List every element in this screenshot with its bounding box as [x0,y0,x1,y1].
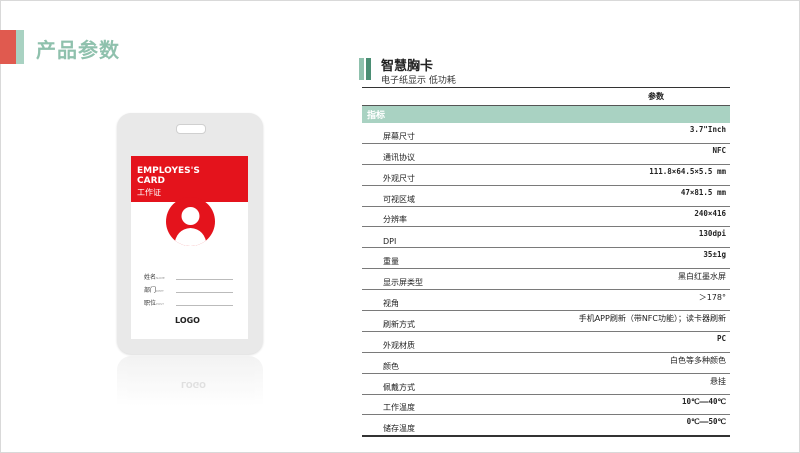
spec-value: 35±1g [703,250,726,260]
table-row: 外观尺寸 111.8×64.5×5.5 mm [362,165,730,186]
badge-header: EMPLOYES'S CARD 工作证 [131,156,248,202]
field-dept-label: 部门 [144,287,157,294]
field-name-label: 姓名 [144,274,157,281]
spec-section-header: 指标 [362,106,730,123]
title-accent-red [0,30,16,64]
spec-section-label: 指标 [367,111,386,121]
spec-name: DPI [383,237,397,247]
spec-title: 智慧胸卡 [381,59,434,74]
spec-name: 刷新方式 [383,319,415,329]
table-row: 颜色 白色等多种颜色 [362,353,730,374]
spec-value: 手机APP刷新（带NFC功能）；读卡器刷新 [578,314,726,324]
spec-name: 工作温度 [383,403,415,413]
table-row: 分辨率 240×416 [362,207,730,228]
field-post-label: 职位 [144,300,157,307]
badge-illustration: EMPLOYES'S CARD 工作证 姓名NAME 部门DEPT 职位POST… [117,113,263,354]
field-name-small: NAME [156,276,165,280]
badge-title-line2: CARD [137,176,165,186]
table-row: 可视区域 47×81.5 mm [362,186,730,207]
spec-accent-dark [366,58,371,80]
table-row: 工作温度 10℃——40℃ [362,395,730,416]
page-title: 产品参数 [36,38,120,62]
table-row: DPI 130dpi [362,227,730,249]
avatar-icon [166,197,215,246]
spec-value: 111.8×64.5×5.5 mm [649,166,726,176]
spec-name: 分辨率 [383,215,407,225]
spec-name: 外观材质 [383,340,415,350]
table-row: 显示屏类型 黑白红墨水屏 [362,269,730,291]
spec-name: 可视区域 [383,194,415,204]
spec-value: 0℃——50℃ [686,417,726,427]
spec-name: 屏幕尺寸 [383,131,415,141]
spec-name: 外观尺寸 [383,173,415,183]
badge-logo: LOGO [175,316,200,325]
table-row: 外观材质 PC [362,332,730,353]
spec-value: 白色等多种颜色 [670,355,726,365]
spec-name: 视角 [383,299,399,309]
field-dept: 部门DEPT [144,285,164,294]
field-post-line [176,305,233,306]
spec-column-header: 参数 [648,92,664,101]
spec-value: ＞178° [698,293,726,303]
table-row: 佩戴方式 悬挂 [362,374,730,395]
badge-reflection: LOGO [117,356,263,406]
spec-value: 黑白红墨水屏 [678,272,726,282]
table-row: 刷新方式 手机APP刷新（带NFC功能）；读卡器刷新 [362,311,730,332]
spec-rows: 屏幕尺寸 3.7"Inch 通讯协议 NFC 外观尺寸 111.8×64.5×5.5 mm… [362,123,730,438]
spec-accent-light [359,58,364,80]
spec-name: 重量 [383,257,399,267]
spec-table: 参数 指标 屏幕尺寸 3.7"Inch 通讯协议 NFC 外观尺寸 111.8×64.5×… [362,87,730,438]
spec-name: 佩戴方式 [383,382,415,392]
field-dept-line [176,292,233,293]
field-post-small: POST [156,302,164,306]
spec-value: NFC [712,145,726,155]
spec-name: 储存温度 [383,424,415,434]
spec-value: 10℃——40℃ [682,396,726,406]
spec-subtitle: 电子纸显示 低功耗 [381,76,456,86]
spec-value: 3.7"Inch [689,125,726,134]
spec-value: 47×81.5 mm [680,187,726,197]
spec-name: 显示屏类型 [383,278,423,288]
spec-value: 130dpi [698,229,726,239]
field-name-line [176,279,233,280]
spec-name: 通讯协议 [383,152,415,162]
spec-value: 240×416 [694,208,726,218]
field-dept-small: DEPT [156,289,164,293]
spec-value: 悬挂 [710,376,726,386]
table-row: 储存温度 0℃——50℃ [362,415,730,438]
spec-name: 颜色 [383,361,399,371]
badge-title: EMPLOYES'S CARD [137,166,200,186]
badge-subtitle: 工作证 [137,188,161,197]
table-row: 屏幕尺寸 3.7"Inch [362,123,730,144]
table-row: 视角 ＞178° [362,290,730,312]
field-post: 职位POST [144,298,164,307]
badge-slot [176,124,206,134]
table-row: 通讯协议 NFC [362,144,730,165]
title-accent-green [16,30,24,64]
table-row: 重量 35±1g [362,248,730,270]
spec-table-header: 参数 [362,87,730,106]
field-name: 姓名NAME [144,272,165,281]
badge-card: EMPLOYES'S CARD 工作证 姓名NAME 部门DEPT 职位POST… [131,156,248,339]
reflection-logo: LOGO [181,380,206,389]
badge-title-line1: EMPLOYES'S [137,166,200,176]
spec-value: PC [716,333,726,343]
